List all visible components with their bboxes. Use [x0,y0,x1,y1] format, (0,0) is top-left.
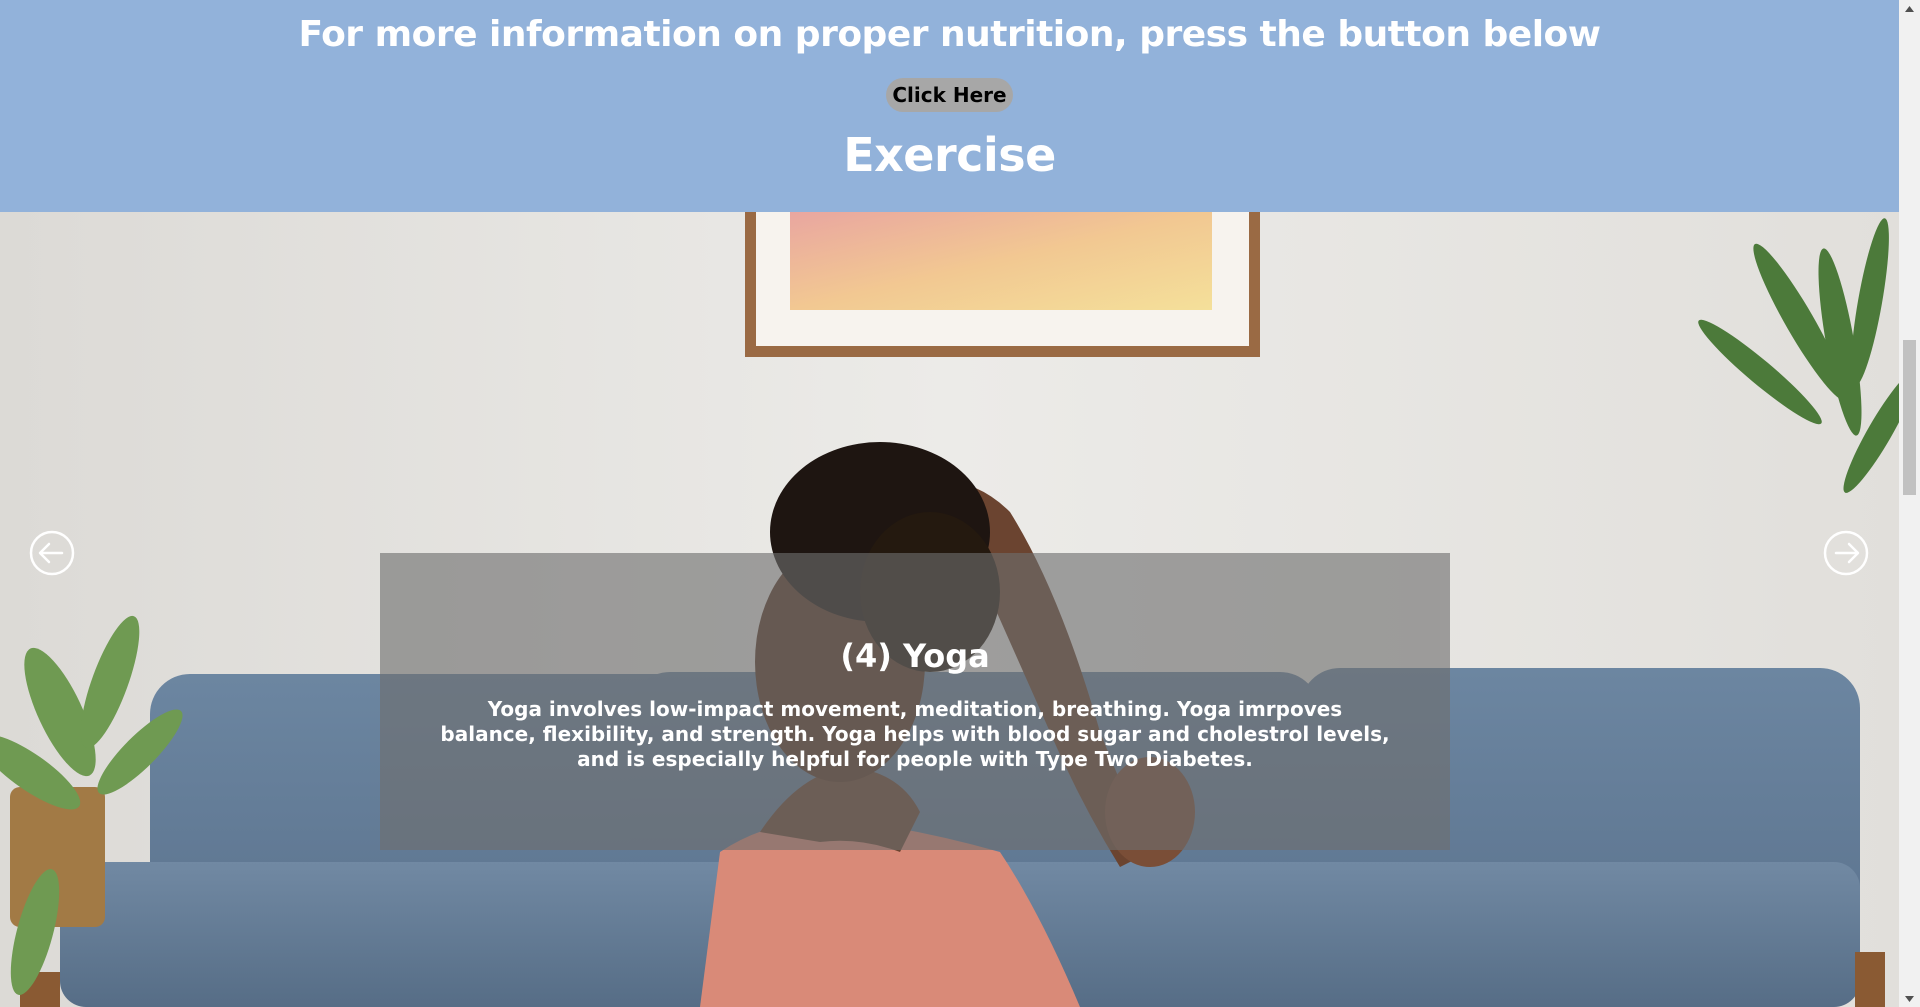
arrow-right-circle-icon [1823,530,1869,576]
page: For more information on proper nutrition… [0,0,1920,1007]
slide-description: Yoga involves low-impact movement, medit… [440,697,1390,771]
scroll-down-button[interactable] [1899,990,1920,1007]
nutrition-heading: For more information on proper nutrition… [298,14,1601,55]
click-here-button[interactable]: Click Here [886,78,1013,112]
next-slide-button[interactable] [1823,530,1869,576]
scrollbar-thumb[interactable] [1903,340,1916,495]
vertical-scrollbar[interactable] [1899,0,1920,1007]
arrow-left-circle-icon [29,530,75,576]
slide-title: (4) Yoga [840,637,990,675]
previous-slide-button[interactable] [29,530,75,576]
triangle-down-icon [1905,995,1914,1002]
slide-caption: (4) Yoga Yoga involves low-impact moveme… [380,553,1450,850]
scroll-up-button[interactable] [1899,0,1920,17]
page-content: For more information on proper nutrition… [0,0,1899,1007]
nutrition-banner: For more information on proper nutrition… [0,0,1899,212]
exercise-slideshow: (4) Yoga Yoga involves low-impact moveme… [0,212,1899,1007]
triangle-up-icon [1905,5,1914,12]
section-title: Exercise [843,128,1056,182]
